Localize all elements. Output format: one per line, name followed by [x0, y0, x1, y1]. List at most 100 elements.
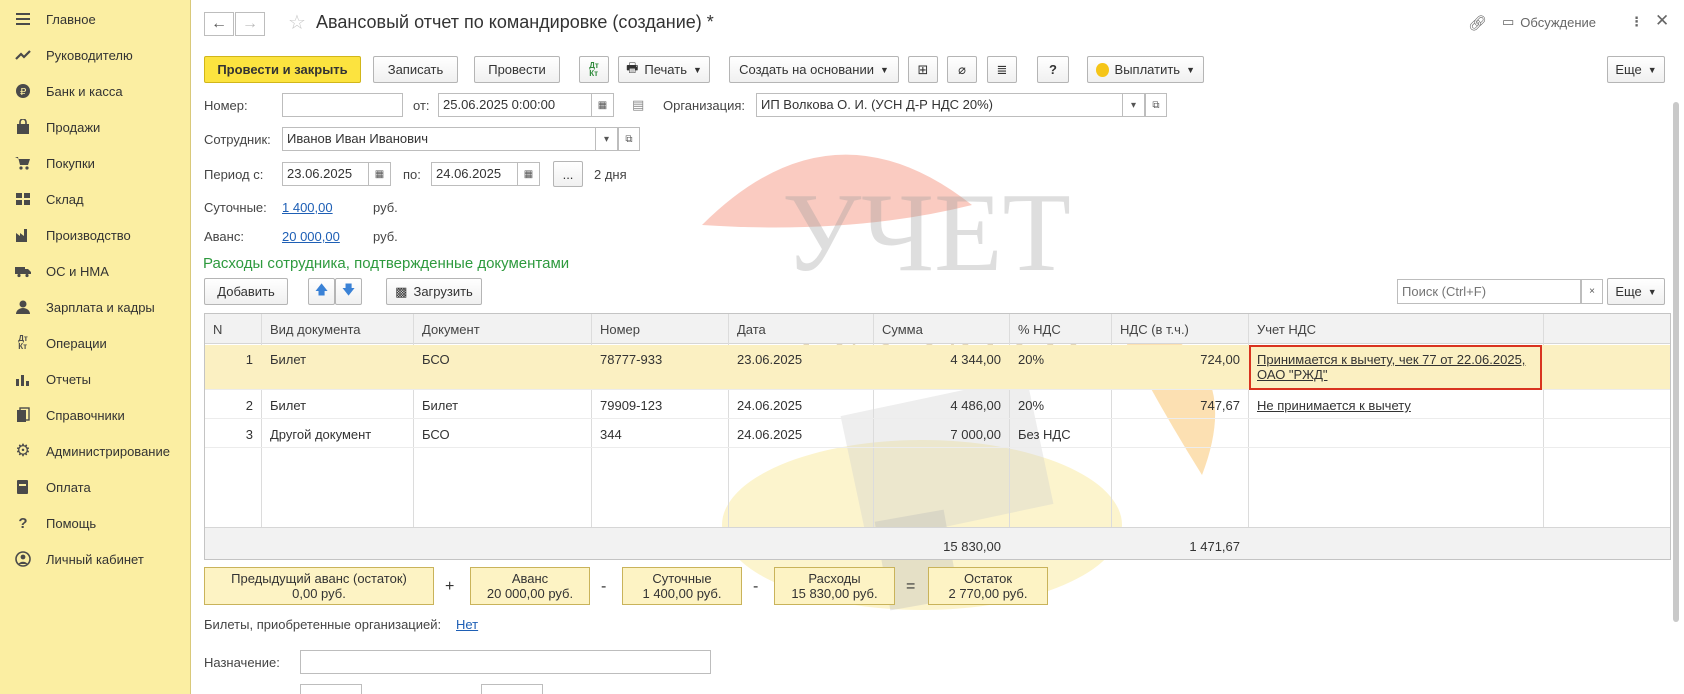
- cell-vat[interactable]: [1112, 420, 1248, 434]
- sidebar-item-bank[interactable]: ₽ Банк и касса: [0, 73, 190, 109]
- cell-document[interactable]: БСО: [414, 420, 458, 449]
- sidebar-item-label: Зарплата и кадры: [46, 299, 155, 315]
- cell-vat-accounting-link[interactable]: [1249, 420, 1265, 434]
- favorite-star-icon[interactable]: ☆: [288, 10, 306, 35]
- link-icon[interactable]: 🔗︎: [1468, 14, 1487, 32]
- dt-kt-button[interactable]: Дт Кт: [579, 56, 609, 83]
- cell-number[interactable]: 79909-123: [592, 391, 670, 420]
- cell-number[interactable]: 78777-933: [592, 345, 670, 374]
- cell-vat-rate[interactable]: 20%: [1010, 345, 1052, 374]
- attachments-button[interactable]: ⌀: [947, 56, 977, 83]
- column-header[interactable]: % НДС: [1010, 314, 1112, 344]
- sidebar-item-help[interactable]: ? Помощь: [0, 505, 190, 541]
- cell-date[interactable]: 23.06.2025: [729, 345, 810, 374]
- cell-document[interactable]: БСО: [414, 345, 458, 374]
- post-and-close-button[interactable]: Провести и закрыть: [204, 56, 361, 83]
- print-button[interactable]: 🖶 Печать ▼: [618, 56, 710, 83]
- discussion-button[interactable]: ▭ Обсуждение: [1502, 14, 1596, 30]
- employee-dropdown[interactable]: ▾: [596, 127, 618, 151]
- move-up-button[interactable]: 🡅: [308, 278, 335, 305]
- search-input[interactable]: [1397, 279, 1581, 304]
- calendar-button[interactable]: ▦: [592, 93, 614, 117]
- sidebar-item-salary[interactable]: Зарплата и кадры: [0, 289, 190, 325]
- period-to-field[interactable]: 24.06.2025: [431, 162, 518, 186]
- cell-document[interactable]: Билет: [414, 391, 466, 420]
- organization-open-button[interactable]: ⧉: [1145, 93, 1167, 117]
- post-button[interactable]: Провести: [474, 56, 560, 83]
- save-button[interactable]: Записать: [373, 56, 458, 83]
- organization-dropdown[interactable]: ▾: [1123, 93, 1145, 117]
- hidden-field-1[interactable]: [300, 684, 362, 694]
- column-header[interactable]: Сумма: [874, 314, 1010, 344]
- column-header[interactable]: N: [205, 314, 262, 344]
- cell-date[interactable]: 24.06.2025: [729, 420, 810, 449]
- employee-field[interactable]: Иванов Иван Иванович: [282, 127, 596, 151]
- purpose-field[interactable]: [300, 650, 711, 674]
- more-vertical-icon[interactable]: ⋮: [1630, 14, 1643, 30]
- sidebar-item-purchases[interactable]: Покупки: [0, 145, 190, 181]
- column-header[interactable]: Документ: [414, 314, 592, 344]
- cell-doc-kind[interactable]: Билет: [262, 345, 314, 374]
- cell-vat-rate[interactable]: Без НДС: [1010, 420, 1079, 449]
- structure-button[interactable]: ⊞: [908, 56, 938, 83]
- scrollbar-thumb[interactable]: [1673, 102, 1679, 622]
- cell-sum[interactable]: 4 486,00: [874, 391, 1009, 420]
- forward-button[interactable]: →: [235, 12, 265, 36]
- cell-date[interactable]: 24.06.2025: [729, 391, 810, 420]
- column-header[interactable]: Дата: [729, 314, 874, 344]
- cell-sum[interactable]: 4 344,00: [874, 345, 1009, 374]
- date-field[interactable]: 25.06.2025 0:00:00: [438, 93, 592, 117]
- period-to-calendar-button[interactable]: ▦: [518, 162, 540, 186]
- cell-vat[interactable]: 724,00: [1112, 345, 1248, 374]
- column-header[interactable]: Вид документа: [262, 314, 414, 344]
- sidebar-item-account[interactable]: Личный кабинет: [0, 541, 190, 577]
- period-from-calendar-button[interactable]: ▦: [369, 162, 391, 186]
- employee-open-button[interactable]: ⧉: [618, 127, 640, 151]
- sidebar-item-assets[interactable]: ОС и НМА: [0, 253, 190, 289]
- number-field[interactable]: [282, 93, 403, 117]
- daily-allowance-value[interactable]: 1 400,00: [282, 200, 333, 215]
- sidebar-item-warehouse[interactable]: Склад: [0, 181, 190, 217]
- sidebar-item-sales[interactable]: Продажи: [0, 109, 190, 145]
- period-from-field[interactable]: 23.06.2025: [282, 162, 369, 186]
- table-row[interactable]: 3 Другой документ БСО 344 24.06.2025 7 0…: [205, 420, 1670, 448]
- column-header[interactable]: Номер: [592, 314, 729, 344]
- cell-doc-kind[interactable]: Билет: [262, 391, 314, 420]
- column-header[interactable]: НДС (в т.ч.): [1112, 314, 1249, 344]
- cell-number[interactable]: 344: [592, 420, 630, 449]
- help-button[interactable]: ?: [1037, 56, 1069, 83]
- search-clear-button[interactable]: ×: [1581, 279, 1603, 304]
- sidebar-item-admin[interactable]: ⚙ Администрирование: [0, 433, 190, 469]
- add-row-button[interactable]: Добавить: [204, 278, 288, 305]
- more-button[interactable]: Еще ▼: [1607, 56, 1665, 83]
- cell-vat[interactable]: 747,67: [1112, 391, 1248, 420]
- table-more-button[interactable]: Еще ▼: [1607, 278, 1665, 305]
- organization-field[interactable]: ИП Волкова О. И. (УСН Д-Р НДС 20%): [756, 93, 1123, 117]
- sidebar-item-directories[interactable]: Справочники: [0, 397, 190, 433]
- journal-button[interactable]: ≣: [987, 56, 1017, 83]
- vertical-scrollbar[interactable]: [1672, 96, 1680, 686]
- sidebar-item-payment[interactable]: Оплата: [0, 469, 190, 505]
- create-based-on-button[interactable]: Создать на основании ▼: [729, 56, 899, 83]
- sidebar-item-production[interactable]: Производство: [0, 217, 190, 253]
- cell-vat-accounting-link[interactable]: Не принимается к вычету: [1249, 391, 1419, 420]
- cell-vat-rate[interactable]: 20%: [1010, 391, 1052, 420]
- back-button[interactable]: ←: [204, 12, 234, 36]
- cell-doc-kind[interactable]: Другой документ: [262, 420, 379, 449]
- document-info-icon[interactable]: ▤: [632, 97, 644, 113]
- load-button[interactable]: ▩ Загрузить: [386, 278, 482, 305]
- move-down-button[interactable]: 🡇: [335, 278, 362, 305]
- hidden-field-2[interactable]: [481, 684, 543, 694]
- column-header[interactable]: Учет НДС: [1249, 314, 1544, 344]
- close-icon[interactable]: ✕: [1655, 11, 1669, 31]
- table-row[interactable]: 2 Билет Билет 79909-123 24.06.2025 4 486…: [205, 391, 1670, 419]
- tickets-value-link[interactable]: Нет: [456, 617, 478, 632]
- sidebar-item-main[interactable]: Главное: [0, 1, 190, 37]
- sidebar-item-manager[interactable]: Руководителю: [0, 37, 190, 73]
- pay-button[interactable]: Выплатить ▼: [1087, 56, 1204, 83]
- advance-value[interactable]: 20 000,00: [282, 229, 340, 244]
- sidebar-item-operations[interactable]: Дт Кт Операции: [0, 325, 190, 361]
- sidebar-item-reports[interactable]: Отчеты: [0, 361, 190, 397]
- cell-sum[interactable]: 7 000,00: [874, 420, 1009, 449]
- period-select-button[interactable]: ...: [553, 161, 583, 187]
